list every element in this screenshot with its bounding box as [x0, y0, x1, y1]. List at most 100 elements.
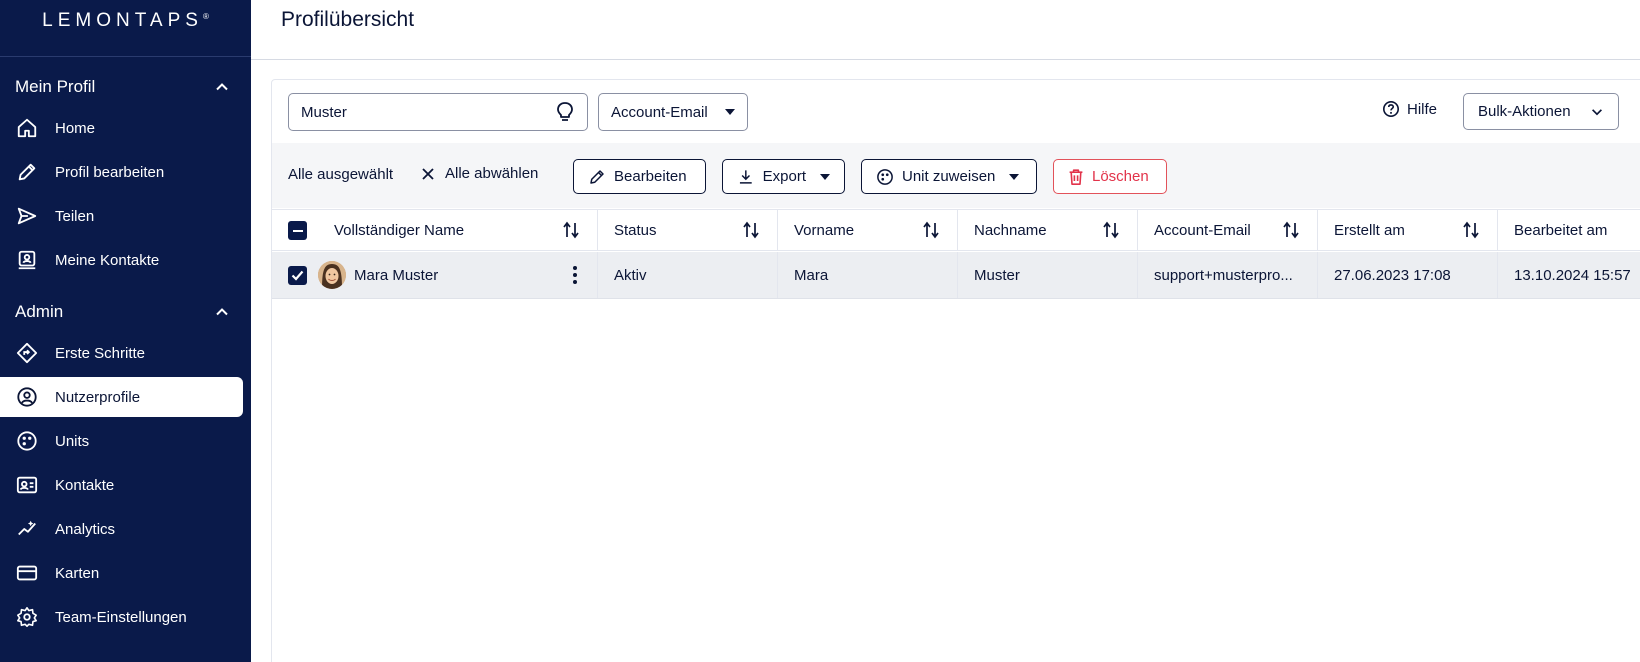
cell-status: Aktiv	[598, 252, 778, 298]
header-divider	[251, 59, 1640, 60]
column-header-label: Bearbeitet am	[1514, 221, 1608, 239]
column-header-account-email[interactable]: Account-Email	[1138, 210, 1318, 250]
sidebar-item-label: Kontakte	[55, 476, 115, 494]
column-header-bearbeitet-am[interactable]: Bearbeitet am	[1498, 210, 1640, 250]
sidebar-item-karten[interactable]: Karten	[0, 553, 243, 593]
chevron-up-icon	[216, 308, 228, 316]
column-header-label: Vollständiger Name	[334, 221, 465, 239]
help-circle-icon	[1382, 100, 1400, 118]
select-all-checkbox[interactable]	[288, 221, 307, 240]
sort-icon[interactable]	[563, 221, 579, 239]
sidebar-item-label: Karten	[55, 564, 100, 582]
deselect-all-label: Alle abwählen	[445, 165, 539, 182]
delete-label: Löschen	[1092, 168, 1149, 185]
export-button[interactable]: Export	[722, 159, 845, 194]
brand-name: LEMONTAPS	[42, 10, 203, 31]
sidebar-item-label: Erste Schritte	[55, 344, 146, 362]
column-header-nachname[interactable]: Nachname	[958, 210, 1138, 250]
column-header-label: Vorname	[794, 221, 855, 239]
sidebar-item-label: Teilen	[55, 207, 95, 225]
edit-label: Bearbeiten	[614, 168, 687, 185]
table-header: Vollständiger Name Status Vorname Nachna…	[272, 209, 1640, 251]
sort-icon[interactable]	[1463, 221, 1479, 239]
assign-unit-button[interactable]: Unit zuweisen	[861, 159, 1037, 194]
column-header-label: Account-Email	[1154, 221, 1251, 239]
sidebar-item-teilen[interactable]: Teilen	[0, 196, 243, 236]
close-icon	[422, 167, 434, 180]
contact-card-icon	[15, 473, 39, 497]
sort-icon[interactable]	[743, 221, 759, 239]
lightbulb-icon[interactable]	[555, 101, 575, 123]
route-icon	[15, 341, 39, 365]
column-header-label: Nachname	[974, 221, 1047, 239]
section-title: Admin	[15, 302, 64, 321]
column-header-erstellt-am[interactable]: Erstellt am	[1318, 210, 1498, 250]
palette-icon	[877, 168, 893, 185]
help-link[interactable]: Hilfe	[1382, 100, 1437, 118]
contacts-icon	[15, 248, 39, 272]
page-title: Profilübersicht	[281, 8, 415, 31]
table-row[interactable]: Mara Muster Aktiv Mara Muster support+mu…	[272, 252, 1640, 299]
chevron-up-icon	[216, 83, 228, 91]
cell-nachname: Muster	[958, 252, 1138, 298]
section-admin[interactable]: Admin	[15, 297, 230, 327]
sidebar-item-profil-bearbeiten[interactable]: Profil bearbeiten	[0, 152, 243, 192]
sort-icon[interactable]	[1283, 221, 1299, 239]
column-header-label: Erstellt am	[1334, 221, 1405, 239]
sort-icon[interactable]	[1103, 221, 1119, 239]
sidebar-item-nutzerprofile[interactable]: Nutzerprofile	[0, 377, 243, 417]
cell-erstellt-am: 27.06.2023 17:08	[1318, 252, 1498, 298]
bulk-actions-dropdown[interactable]: Bulk-Aktionen	[1463, 93, 1619, 130]
caret-down-icon	[1009, 173, 1020, 180]
sidebar-item-label: Nutzerprofile	[55, 388, 141, 406]
home-icon	[15, 116, 39, 140]
send-icon	[15, 204, 39, 228]
brand-logo[interactable]: LEMONTAPS®	[0, 10, 251, 32]
gear-icon	[15, 605, 39, 629]
search-input-value: Muster	[301, 103, 347, 121]
sidebar-item-label: Home	[55, 119, 96, 137]
export-label: Export	[762, 168, 806, 185]
sidebar-item-home[interactable]: Home	[0, 108, 243, 148]
sidebar: LEMONTAPS® Mein Profil Home Profil bearb…	[0, 0, 251, 662]
pencil-icon	[590, 169, 604, 184]
chevron-down-icon	[1592, 108, 1602, 115]
cell-name-value: Mara Muster	[354, 266, 439, 284]
field-select[interactable]: Account-Email	[598, 93, 748, 131]
cell-account-email: support+musterpro...	[1138, 252, 1318, 298]
sidebar-item-units[interactable]: Units	[0, 421, 243, 461]
cell-vorname: Mara	[778, 252, 958, 298]
sidebar-item-label: Units	[55, 432, 90, 450]
row-checkbox[interactable]	[288, 266, 307, 285]
sidebar-item-label: Team-Einstellungen	[55, 608, 187, 626]
column-header-name[interactable]: Vollständiger Name	[318, 210, 598, 250]
field-select-value: Account-Email	[611, 103, 708, 121]
sidebar-item-label: Analytics	[55, 520, 116, 538]
sidebar-item-team-einstellungen[interactable]: Team-Einstellungen	[0, 597, 243, 637]
more-actions-icon[interactable]	[573, 266, 577, 284]
column-header-status[interactable]: Status	[598, 210, 778, 250]
sidebar-item-meine-kontakte[interactable]: Meine Kontakte	[0, 240, 243, 280]
sidebar-item-label: Meine Kontakte	[55, 251, 160, 269]
assign-unit-label: Unit zuweisen	[902, 168, 996, 185]
palette-icon	[15, 429, 39, 453]
card-icon	[15, 561, 39, 585]
cell-name[interactable]: Mara Muster	[318, 252, 598, 298]
sidebar-item-erste-schritte[interactable]: Erste Schritte	[0, 333, 243, 373]
section-mein-profil[interactable]: Mein Profil	[15, 72, 230, 102]
column-header-vorname[interactable]: Vorname	[778, 210, 958, 250]
analytics-icon	[15, 517, 39, 541]
search-input[interactable]: Muster	[288, 93, 588, 131]
section-title: Mein Profil	[15, 77, 96, 96]
all-selected-label: Alle ausgewählt	[288, 166, 394, 183]
sidebar-item-analytics[interactable]: Analytics	[0, 509, 243, 549]
sidebar-item-kontakte[interactable]: Kontakte	[0, 465, 243, 505]
edit-button[interactable]: Bearbeiten	[573, 159, 706, 194]
download-icon	[739, 169, 752, 184]
delete-button[interactable]: Löschen	[1053, 159, 1167, 194]
deselect-all-button[interactable]: Alle abwählen	[421, 165, 538, 182]
caret-down-icon	[725, 109, 735, 115]
help-label: Hilfe	[1407, 100, 1438, 118]
trash-icon	[1069, 168, 1083, 185]
sort-icon[interactable]	[923, 221, 939, 239]
